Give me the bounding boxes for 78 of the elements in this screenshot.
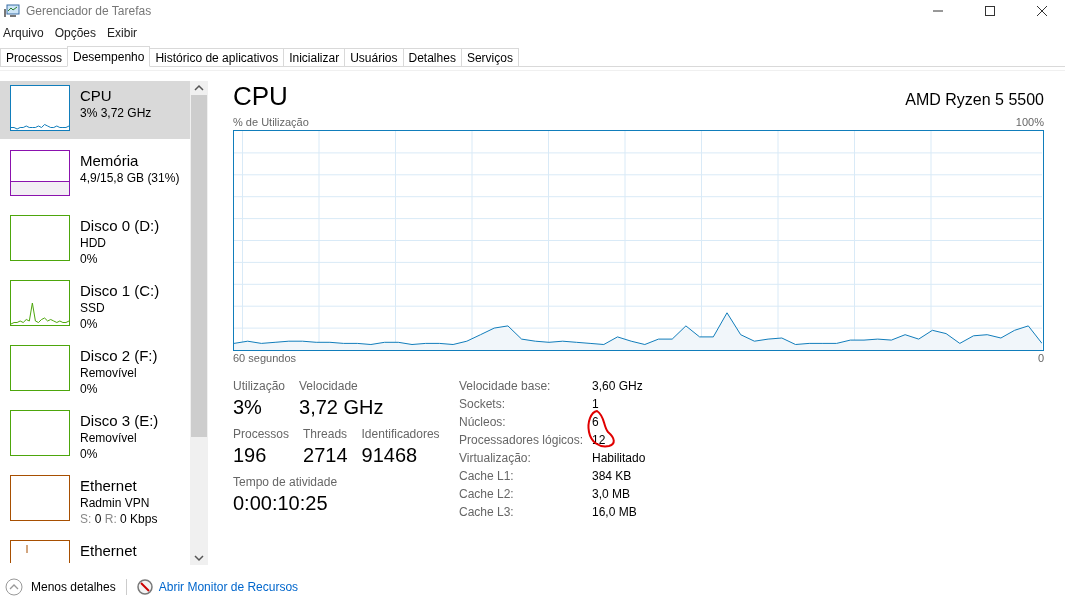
menu-item[interactable]: Arquivo [3,26,44,40]
tab[interactable]: Desempenho [67,46,151,67]
resource-monitor-link[interactable]: Abrir Monitor de Recursos [158,580,299,594]
detail-label: Núcleos: [459,414,507,430]
gauge-icon [136,579,153,595]
detail-value: 384 KB [592,468,633,484]
resource-detail: 0% [80,381,99,397]
resource-name: Disco 2 (F:) [80,347,158,365]
task-manager-icon [4,4,20,18]
stat-label: Velocidade [299,378,359,394]
stat-label: Processos [233,426,290,442]
detail-label: Sockets: [459,396,507,412]
tab[interactable]: Histórico de aplicativos [149,48,285,66]
resource-name: Ethernet [80,542,137,560]
resource-name: Disco 1 (C:) [80,282,160,300]
stat-value: 3% [233,395,263,420]
detail-label: Cache L2: [459,486,515,502]
menu-item[interactable]: Opções [54,26,97,40]
resource-item[interactable]: Disco 2 (F:) Removível 0% [0,341,190,399]
detail-value: 3,60 GHz [592,378,644,394]
collapse-icon [5,578,23,596]
resource-detail: Removível [80,430,138,446]
resource-name: Memória [80,152,140,170]
stat-value: 2714 [303,443,348,468]
resource-detail: 0% [80,446,99,462]
detail-value: 6 [592,414,600,430]
close-icon [1037,6,1047,16]
detail-value: 1 [592,396,600,412]
detail-value: 16,0 MB [592,504,638,520]
resource-detail: 0% [80,251,99,267]
stat-label: Identificadores [361,426,440,442]
resource-detail: 0% [80,316,99,332]
y-axis-label: % de Utilização [233,116,309,128]
resource-detail: Radmin VPN [80,495,151,511]
stat-value: 196 [233,443,268,468]
y-max-label: 100% [1015,116,1044,128]
resource-detail: 4,9/15,8 GB (31%) [80,170,180,186]
stat-value: 91468 [361,443,419,468]
resource-item[interactable]: Memória 4,9/15,8 GB (31%) [0,146,190,204]
resource-item[interactable]: Disco 0 (D:) HDD 0% [0,211,190,269]
network-rate: S: 0 R: 0 Kbps [80,511,158,527]
resource-item[interactable]: CPU 3% 3,72 GHz [0,81,190,139]
stat-label: Utilização [233,378,286,394]
x-axis-label: 60 segundos [233,352,296,364]
resource-name: Ethernet [80,477,138,495]
detail-value: Habilitado [592,450,646,466]
resource-item[interactable]: Ethernet [0,536,190,563]
resource-name: Disco 3 (E:) [80,412,159,430]
detail-label: Virtualização: [459,450,532,466]
scrollbar[interactable] [190,81,208,565]
maximize-icon [985,6,995,16]
resource-item[interactable]: Disco 3 (E:) Removível 0% [0,406,190,464]
detail-label: Cache L3: [459,504,515,520]
resource-item[interactable]: Disco 1 (C:) SSD 0% [0,276,190,334]
tab[interactable]: Serviços [460,48,519,66]
section-title: CPU [233,81,288,111]
processor-model: AMD Ryzen 5 5500 [905,91,1044,109]
window-title: Gerenciador de Tarefas [26,4,153,18]
resource-name: CPU [80,87,113,105]
menu-item[interactable]: Exibir [107,26,138,40]
detail-value: 3,0 MB [592,486,631,502]
detail-label: Velocidade base: [459,378,552,394]
resource-detail: HDD [80,235,107,251]
resource-name: Disco 0 (D:) [80,217,160,235]
tab[interactable]: Processos [0,48,69,66]
stat-label: Threads [303,426,348,442]
less-details-button[interactable]: Menos detalhes [5,578,116,596]
resource-detail: Removível [80,365,138,381]
resource-detail: 3% 3,72 GHz [80,105,152,121]
detail-label: Cache L1: [459,468,515,484]
resource-detail: SSD [80,300,106,316]
stat-value: 3,72 GHz [299,395,384,420]
stat-label: Tempo de atividade [233,474,338,490]
scrollbar-thumb[interactable] [191,95,207,437]
stat-value: 0:00:10:25 [233,491,329,516]
x-axis-label: 0 [1037,352,1044,364]
resource-item[interactable]: Ethernet Radmin VPN S: 0 R: 0 Kbps [0,471,190,529]
detail-label: Processadores lógicos: [459,432,585,448]
